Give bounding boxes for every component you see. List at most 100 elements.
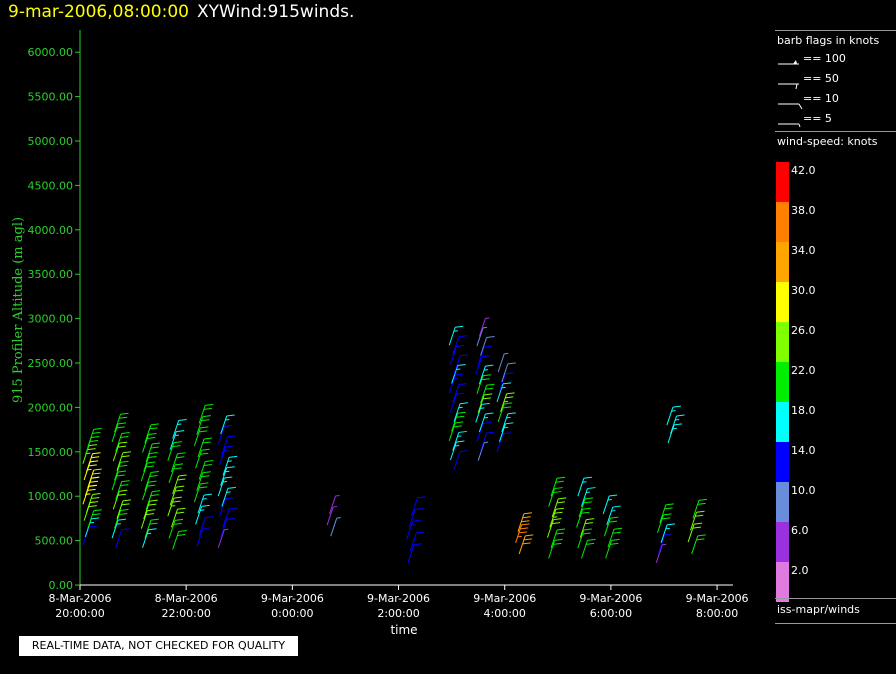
- wind-barb: [217, 528, 229, 548]
- legend-panel: barb flags in knots == 100 == 50 == 10 == 5…: [775, 30, 896, 624]
- y-tick-label: 3500.00: [28, 268, 74, 281]
- colorbar-label: 42.0: [791, 164, 816, 177]
- wind-barb: [86, 492, 101, 513]
- wind-barb: [449, 344, 465, 365]
- x-tick-label-time: 20:00:00: [55, 607, 104, 620]
- x-tick-label-date: 9-Mar-2006: [473, 592, 536, 605]
- wind-barb: [406, 519, 421, 540]
- y-tick-label: 1500.00: [28, 446, 74, 459]
- barb-layer: [82, 317, 707, 563]
- y-tick-label: 2500.00: [28, 357, 74, 370]
- barb-flag-icon: [778, 60, 799, 65]
- wind-barb: [84, 476, 100, 497]
- x-tick-label-time: 2:00:00: [377, 607, 419, 620]
- wind-barb: [330, 517, 341, 537]
- x-tick-label-time: 22:00:00: [161, 607, 210, 620]
- colorbar-label: 2.0: [791, 564, 809, 577]
- wind-barb: [580, 538, 596, 559]
- quality-note: REAL-TIME DATA, NOT CHECKED FOR QUALITY: [19, 636, 298, 656]
- wind-barb: [111, 470, 127, 491]
- wind-barb: [217, 476, 233, 497]
- wind-barb: [577, 528, 592, 549]
- colorbar-swatch: [776, 362, 789, 402]
- wind-barb: [142, 480, 157, 501]
- wind-barb: [448, 421, 464, 442]
- wind-barb: [546, 518, 562, 538]
- wind-barb: [548, 487, 563, 507]
- wind-barb: [496, 432, 512, 452]
- wind-barb: [142, 528, 157, 548]
- x-tick-label-date: 8-Mar-2006: [155, 592, 218, 605]
- wind-barb: [449, 392, 465, 413]
- wind-barb: [112, 489, 128, 510]
- y-tick-label: 3000.00: [28, 313, 74, 326]
- wind-barb: [453, 450, 469, 470]
- wind-profile-plot: 0.00 500.00 1000.00 1500.00 2000.00 2500.00 30…: [11, 30, 749, 637]
- wind-barb: [217, 424, 233, 445]
- x-tick-label-time: 8:00:00: [696, 607, 738, 620]
- colorbar-swatch: [776, 442, 789, 482]
- wind-barb: [449, 440, 465, 461]
- wind-barb: [475, 402, 490, 423]
- x-tick-label-time: 4:00:00: [484, 607, 526, 620]
- y-tick-label: 0.00: [49, 579, 74, 592]
- wind-barb: [577, 476, 592, 497]
- barb-flag-row: == 5: [775, 112, 895, 130]
- wind-barb: [84, 517, 100, 538]
- wind-barb: [497, 352, 509, 373]
- wind-barb: [691, 534, 706, 555]
- colorbar-label: 6.0: [791, 524, 809, 537]
- speed-legend-title: wind-speed: knots: [777, 135, 878, 148]
- barb-flag-row: == 50: [775, 72, 895, 90]
- y-tick-label: 1000.00: [28, 490, 74, 503]
- wind-barb: [140, 461, 156, 482]
- wind-barb: [140, 509, 156, 529]
- barb-flag-label: == 100: [803, 52, 846, 65]
- barb-legend-title: barb flags in knots: [777, 34, 880, 47]
- wind-barb: [576, 507, 591, 528]
- barb-flag-icon: [778, 83, 799, 90]
- x-tick-label-date: 9-Mar-2006: [579, 592, 642, 605]
- legend-separator: [775, 131, 896, 132]
- y-tick-label: 5500.00: [28, 91, 74, 104]
- colorbar-swatch: [776, 202, 789, 242]
- y-tick-group: 0.00 500.00 1000.00 1500.00 2000.00 2500.00 30…: [28, 46, 80, 592]
- wind-barb: [548, 538, 563, 559]
- data-source-label: iss-mapr/winds: [777, 603, 860, 616]
- colorbar-label: 22.0: [791, 364, 816, 377]
- barb-flag-row: == 100: [775, 52, 895, 70]
- wind-barb: [518, 534, 534, 555]
- wind-barb: [196, 527, 211, 547]
- x-tick-label-time: 6:00:00: [590, 607, 632, 620]
- y-tick-label: 500.00: [35, 535, 74, 548]
- x-tick-label-date: 8-Mar-2006: [49, 592, 112, 605]
- colorbar-label: 30.0: [791, 284, 816, 297]
- colorbar-label: 26.0: [791, 324, 816, 337]
- wind-barb: [476, 374, 492, 394]
- colorbar-swatch: [776, 242, 789, 282]
- wind-barb: [496, 382, 512, 403]
- colorbar-swatch: [776, 162, 789, 202]
- barb-flag-label: == 50: [803, 72, 839, 85]
- colorbar-label: 34.0: [791, 244, 816, 257]
- wind-barb: [497, 402, 513, 422]
- barb-flag-row: == 10: [775, 92, 895, 110]
- y-tick-label: 4500.00: [28, 179, 74, 192]
- y-axis-label: 915 Profiler Altitude (m agl): [11, 217, 26, 403]
- wind-barb: [407, 543, 423, 563]
- wind-barb: [448, 373, 464, 394]
- colorbar-swatch: [776, 322, 789, 362]
- wind-barb: [142, 432, 157, 453]
- wind-barb: [475, 355, 490, 375]
- wind-barb: [111, 422, 127, 443]
- wind-barb: [655, 543, 667, 563]
- wind-barb: [219, 497, 234, 517]
- barb-flag-icon: [778, 103, 803, 110]
- wind-barb: [476, 422, 492, 442]
- colorbar-swatch: [776, 522, 789, 562]
- wind-barb: [86, 452, 101, 472]
- x-tick-label-date: 9-Mar-2006: [261, 592, 324, 605]
- y-tick-label: 4000.00: [28, 224, 74, 237]
- colorbar-label: 18.0: [791, 404, 816, 417]
- colorbar-swatch: [776, 282, 789, 322]
